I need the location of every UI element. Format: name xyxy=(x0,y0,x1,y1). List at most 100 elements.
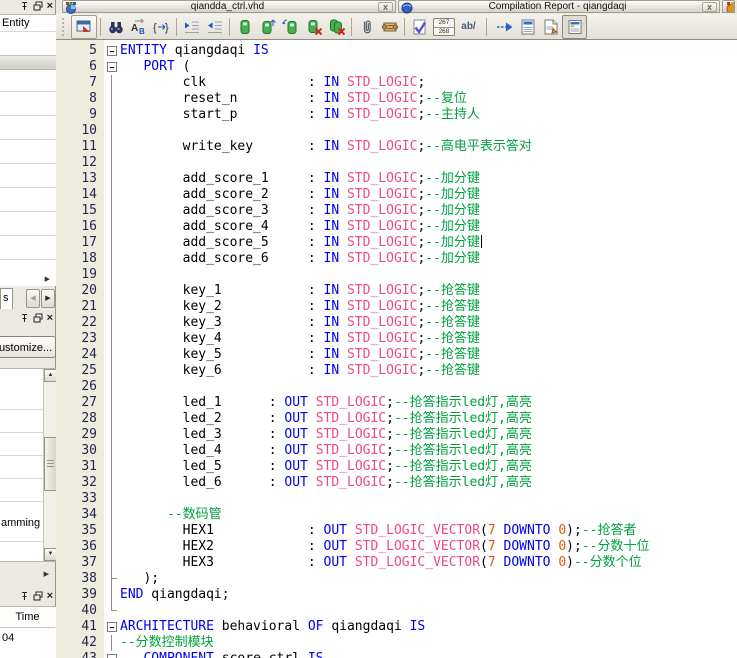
restore-icon[interactable] xyxy=(33,591,43,601)
code-line[interactable]: 22 key_3 : IN STD_LOGIC;--抢答键 xyxy=(56,315,737,331)
code-line[interactable]: 34 --数码管 xyxy=(56,507,737,523)
tasks-scrollbar[interactable]: ▲ ▼ xyxy=(43,369,56,561)
bookmark-delete-all-icon[interactable] xyxy=(325,16,348,38)
bookmark-previous-icon[interactable] xyxy=(279,16,302,38)
code-text[interactable]: led_6 : OUT STD_LOGIC;--抢答指示led灯,高亮 xyxy=(120,475,532,491)
bookmark-delete-icon[interactable] xyxy=(302,16,325,38)
code-line[interactable]: 12 xyxy=(56,155,737,171)
code-line[interactable]: 10 xyxy=(56,123,737,139)
code-line[interactable]: 14 add_score_2 : IN STD_LOGIC;--加分键 xyxy=(56,187,737,203)
code-text[interactable]: PORT ( xyxy=(120,59,190,75)
code-text[interactable]: COMPONENT score_ctrl IS xyxy=(120,651,324,658)
doc-edit-icon[interactable] xyxy=(539,16,562,38)
code-line[interactable]: 18 add_score_6 : IN STD_LOGIC;--加分键 xyxy=(56,251,737,267)
code-line[interactable]: 32 led_6 : OUT STD_LOGIC;--抢答指示led灯,高亮 xyxy=(56,475,737,491)
hscroll-right-icon[interactable]: ▶ xyxy=(44,570,49,578)
close-icon[interactable]: x xyxy=(378,2,393,12)
code-text[interactable]: key_5 : IN STD_LOGIC;--抢答键 xyxy=(120,347,480,363)
code-area[interactable]: 5ENTITY qiangdaqi IS6 PORT (7 clk : IN S… xyxy=(56,43,737,658)
code-line[interactable]: 17 add_score_5 : IN STD_LOGIC;--加分键 xyxy=(56,235,737,251)
code-text[interactable]: ENTITY qiangdaqi IS xyxy=(120,43,269,59)
outdent-icon[interactable] xyxy=(203,16,226,38)
code-text[interactable]: led_1 : OUT STD_LOGIC;--抢答指示led灯,高亮 xyxy=(120,395,532,411)
code-text[interactable]: key_3 : IN STD_LOGIC;--抢答键 xyxy=(120,315,480,331)
code-line[interactable]: 26 xyxy=(56,379,737,395)
code-line[interactable]: 9 start_p : IN STD_LOGIC;--主持人 xyxy=(56,107,737,123)
code-text[interactable]: clk : IN STD_LOGIC; xyxy=(120,75,425,91)
code-line[interactable]: 16 add_score_4 : IN STD_LOGIC;--加分键 xyxy=(56,219,737,235)
code-line[interactable]: 42--分数控制模块 xyxy=(56,635,737,651)
code-line[interactable]: 28 led_2 : OUT STD_LOGIC;--抢答指示led灯,高亮 xyxy=(56,411,737,427)
code-text[interactable]: add_score_4 : IN STD_LOGIC;--加分键 xyxy=(120,219,480,235)
code-text[interactable]: ); xyxy=(120,571,159,587)
code-text[interactable]: key_6 : IN STD_LOGIC;--抢答键 xyxy=(120,363,480,379)
code-text[interactable]: END qiangdaqi; xyxy=(120,587,230,603)
tab-scroll-right-icon[interactable]: ▶ xyxy=(41,289,55,308)
tasks-list[interactable]: amming fil ▲ ▼ xyxy=(0,368,56,562)
bookmark-next-icon[interactable] xyxy=(256,16,279,38)
doc-view-icon[interactable] xyxy=(562,15,587,39)
code-text[interactable]: add_score_5 : IN STD_LOGIC;--加分键 xyxy=(120,235,482,251)
code-line[interactable]: 13 add_score_1 : IN STD_LOGIC;--加分键 xyxy=(56,171,737,187)
pin-icon[interactable] xyxy=(20,591,29,601)
code-text[interactable]: HEX2 : OUT STD_LOGIC_VECTOR(7 DOWNTO 0);… xyxy=(120,539,649,555)
code-line[interactable]: 19 xyxy=(56,267,737,283)
close-icon[interactable]: × xyxy=(47,1,53,11)
code-line[interactable]: 43 COMPONENT score_ctrl IS xyxy=(56,651,737,658)
analyze-icon[interactable] xyxy=(408,16,431,38)
hscroll-right-icon[interactable]: ▶ xyxy=(45,275,50,283)
code-text[interactable]: key_1 : IN STD_LOGIC;--抢答键 xyxy=(120,283,480,299)
code-line[interactable]: 20 key_1 : IN STD_LOGIC;--抢答键 xyxy=(56,283,737,299)
code-text[interactable]: reset_n : IN STD_LOGIC;--复位 xyxy=(120,91,467,107)
fold-collapse-icon[interactable] xyxy=(104,43,120,59)
code-line[interactable]: 5ENTITY qiangdaqi IS xyxy=(56,43,737,59)
tab-editor[interactable]: qiandda_ctrl.vhd x xyxy=(62,0,396,13)
code-text[interactable]: add_score_1 : IN STD_LOGIC;--加分键 xyxy=(120,171,480,187)
code-text[interactable]: ARCHITECTURE behavioral OF qiangdaqi IS xyxy=(120,619,425,635)
tab-title[interactable]: Compilation Report - qiangdaqi xyxy=(413,1,702,12)
matching-delimiter-icon[interactable]: {} xyxy=(150,16,173,38)
fold-collapse-icon[interactable] xyxy=(104,59,120,75)
code-line[interactable]: 36 HEX2 : OUT STD_LOGIC_VECTOR(7 DOWNTO … xyxy=(56,539,737,555)
code-text[interactable]: start_p : IN STD_LOGIC;--主持人 xyxy=(120,107,480,123)
line-count-icon[interactable]: 267268 xyxy=(431,16,457,38)
code-text[interactable]: key_2 : IN STD_LOGIC;--抢答键 xyxy=(120,299,480,315)
indent-icon[interactable] xyxy=(180,16,203,38)
restore-icon[interactable] xyxy=(33,1,43,11)
replace-icon[interactable]: AB xyxy=(127,16,150,38)
code-text[interactable]: led_4 : OUT STD_LOGIC;--抢答指示led灯,高亮 xyxy=(120,443,532,459)
tab-stop-icon[interactable] xyxy=(493,16,516,38)
code-line[interactable]: 39END qiangdaqi; xyxy=(56,587,737,603)
navigator-selected-row[interactable] xyxy=(0,55,56,70)
code-line[interactable]: 31 led_5 : OUT STD_LOGIC;--抢答指示led灯,高亮 xyxy=(56,459,737,475)
code-text[interactable]: key_4 : IN STD_LOGIC;--抢答键 xyxy=(120,331,480,347)
find-icon[interactable] xyxy=(104,16,127,38)
code-text[interactable]: HEX3 : OUT STD_LOGIC_VECTOR(7 DOWNTO 0)-… xyxy=(120,555,642,571)
code-line[interactable]: 40 xyxy=(56,603,737,619)
customize-button[interactable]: Customize... xyxy=(0,336,56,358)
toolbar-grip[interactable] xyxy=(62,18,67,36)
code-line[interactable]: 29 led_3 : OUT STD_LOGIC;--抢答指示led灯,高亮 xyxy=(56,427,737,443)
comment-icon[interactable]: ab/ xyxy=(457,16,480,38)
code-text[interactable]: led_5 : OUT STD_LOGIC;--抢答指示led灯,高亮 xyxy=(120,459,532,475)
code-text[interactable]: --数码管 xyxy=(120,507,222,523)
code-text[interactable]: add_score_6 : IN STD_LOGIC;--加分键 xyxy=(120,251,480,267)
code-line[interactable]: 38 ); xyxy=(56,571,737,587)
code-text[interactable]: add_score_3 : IN STD_LOGIC;--加分键 xyxy=(120,203,480,219)
code-text[interactable]: led_2 : OUT STD_LOGIC;--抢答指示led灯,高亮 xyxy=(120,411,532,427)
code-editor[interactable]: 5ENTITY qiangdaqi IS6 PORT (7 clk : IN S… xyxy=(56,40,737,658)
pin-icon[interactable] xyxy=(20,313,29,323)
close-icon[interactable]: × xyxy=(47,591,53,601)
insert-template-icon[interactable] xyxy=(378,16,401,38)
code-line[interactable]: 25 key_6 : IN STD_LOGIC;--抢答键 xyxy=(56,363,737,379)
code-line[interactable]: 21 key_2 : IN STD_LOGIC;--抢答键 xyxy=(56,299,737,315)
code-line[interactable]: 27 led_1 : OUT STD_LOGIC;--抢答指示led灯,高亮 xyxy=(56,395,737,411)
code-line[interactable]: 23 key_4 : IN STD_LOGIC;--抢答键 xyxy=(56,331,737,347)
navigator-tab[interactable]: s xyxy=(0,288,13,309)
code-line[interactable]: 11 write_key : IN STD_LOGIC;--高电平表示答对 xyxy=(56,139,737,155)
time-column-header[interactable]: Time xyxy=(0,607,55,628)
pin-icon[interactable] xyxy=(20,1,29,11)
restore-icon[interactable] xyxy=(33,313,43,323)
code-text[interactable]: led_3 : OUT STD_LOGIC;--抢答指示led灯,高亮 xyxy=(120,427,532,443)
fold-collapse-icon[interactable] xyxy=(104,619,120,635)
